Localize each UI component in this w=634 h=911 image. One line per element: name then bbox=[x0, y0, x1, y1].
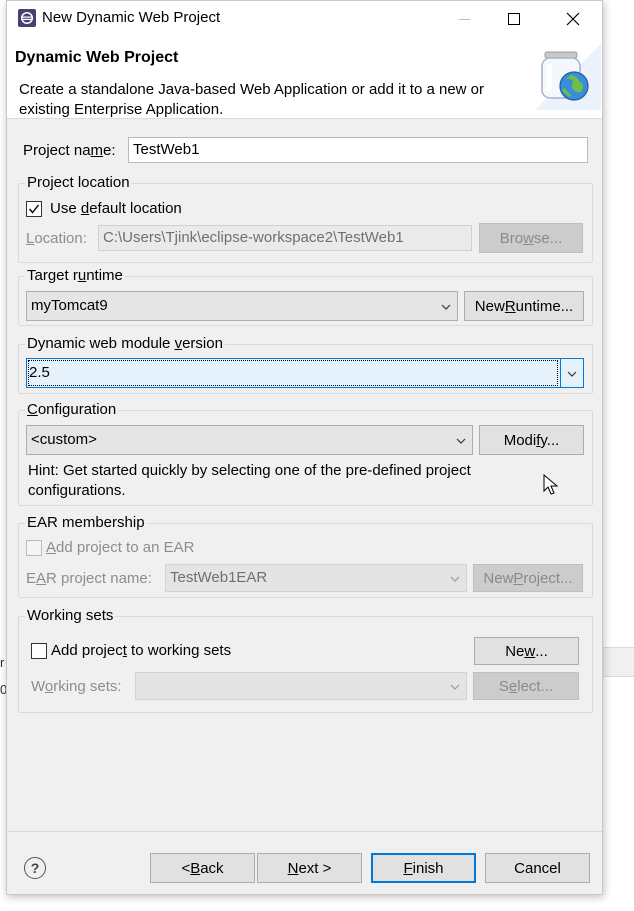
browse-button[interactable]: Bro w se... bbox=[479, 223, 583, 253]
cancel-button[interactable]: Cancel bbox=[485, 853, 590, 883]
chevron-down-icon bbox=[456, 438, 466, 444]
select-working-sets-button[interactable]: Se lect... bbox=[473, 672, 579, 700]
add-to-working-sets-checkbox[interactable] bbox=[31, 643, 47, 659]
new-runtime-button[interactable]: New Runtime... bbox=[464, 291, 584, 321]
modify-button[interactable]: Modi f y... bbox=[479, 425, 584, 455]
use-default-location-label[interactable]: Use default location bbox=[50, 200, 182, 217]
title-bar[interactable]: New Dynamic Web Project bbox=[7, 1, 602, 36]
maximize-icon bbox=[508, 12, 520, 25]
working-sets-select[interactable] bbox=[135, 672, 467, 700]
working-sets-group-label: Working sets bbox=[25, 607, 116, 624]
chevron-down-icon bbox=[567, 371, 577, 377]
finish-button[interactable]: Finish bbox=[371, 853, 476, 883]
configuration-hint: Hint: Get started quickly by selecting o… bbox=[28, 462, 471, 499]
page-description: Create a standalone Java-based Web Appli… bbox=[19, 81, 485, 118]
checkmark-icon bbox=[28, 204, 40, 214]
mouse-cursor-icon bbox=[543, 473, 559, 496]
add-to-ear-checkbox[interactable] bbox=[26, 540, 42, 556]
wizard-header: Dynamic Web Project Create a standalone … bbox=[7, 36, 602, 119]
back-button[interactable]: < Back bbox=[150, 853, 255, 883]
project-name-label: Project name: bbox=[23, 142, 116, 159]
footer-separator bbox=[7, 831, 602, 832]
working-sets-label: Working sets: bbox=[31, 678, 122, 695]
target-runtime-select[interactable]: myTomcat9 bbox=[26, 291, 458, 321]
window-title: New Dynamic Web Project bbox=[42, 9, 221, 26]
ear-project-name-label: EAR project name: bbox=[26, 570, 152, 587]
configuration-group-label: Configuration bbox=[25, 401, 119, 418]
new-dynamic-web-project-dialog: New Dynamic Web Project Dynamic Web Proj… bbox=[6, 0, 603, 895]
background-fragment: r bbox=[0, 655, 5, 670]
module-version-group-label: Dynamic web module version bbox=[25, 335, 225, 352]
configuration-select[interactable]: <custom> bbox=[26, 425, 473, 455]
project-location-group-label: Project location bbox=[25, 174, 132, 191]
background-tabstrip bbox=[600, 647, 634, 677]
minimize-button[interactable] bbox=[442, 1, 488, 36]
help-icon[interactable]: ? bbox=[24, 857, 46, 879]
chevron-down-icon bbox=[450, 576, 460, 582]
minimize-icon bbox=[459, 18, 470, 20]
location-input[interactable]: C:\Users\Tjink\eclipse-workspace2\TestWe… bbox=[98, 225, 472, 251]
chevron-down-icon bbox=[450, 684, 460, 690]
web-project-wizard-banner-icon bbox=[535, 44, 601, 110]
project-name-input[interactable]: TestWeb1 bbox=[128, 137, 588, 163]
use-default-location-checkbox[interactable] bbox=[26, 201, 42, 217]
close-button[interactable] bbox=[550, 1, 596, 36]
close-icon bbox=[566, 12, 580, 25]
maximize-button[interactable] bbox=[491, 1, 537, 36]
new-ear-project-button[interactable]: New Project... bbox=[473, 564, 583, 592]
location-label: Location: bbox=[26, 230, 87, 247]
target-runtime-group-label: Target runtime bbox=[25, 267, 125, 284]
eclipse-icon bbox=[17, 8, 37, 28]
next-button[interactable]: Next > bbox=[257, 853, 362, 883]
ear-project-name-select[interactable]: TestWeb1EAR bbox=[165, 564, 467, 592]
chevron-down-icon bbox=[441, 304, 451, 310]
ear-membership-group-label: EAR membership bbox=[25, 514, 147, 531]
module-version-select[interactable]: 2.5 bbox=[26, 358, 584, 388]
page-title: Dynamic Web Project bbox=[15, 49, 179, 66]
add-to-ear-label[interactable]: Add project to an EAR bbox=[46, 539, 194, 556]
add-to-working-sets-label[interactable]: Add project to working sets bbox=[51, 642, 231, 659]
new-working-set-button[interactable]: Ne w... bbox=[474, 637, 579, 665]
